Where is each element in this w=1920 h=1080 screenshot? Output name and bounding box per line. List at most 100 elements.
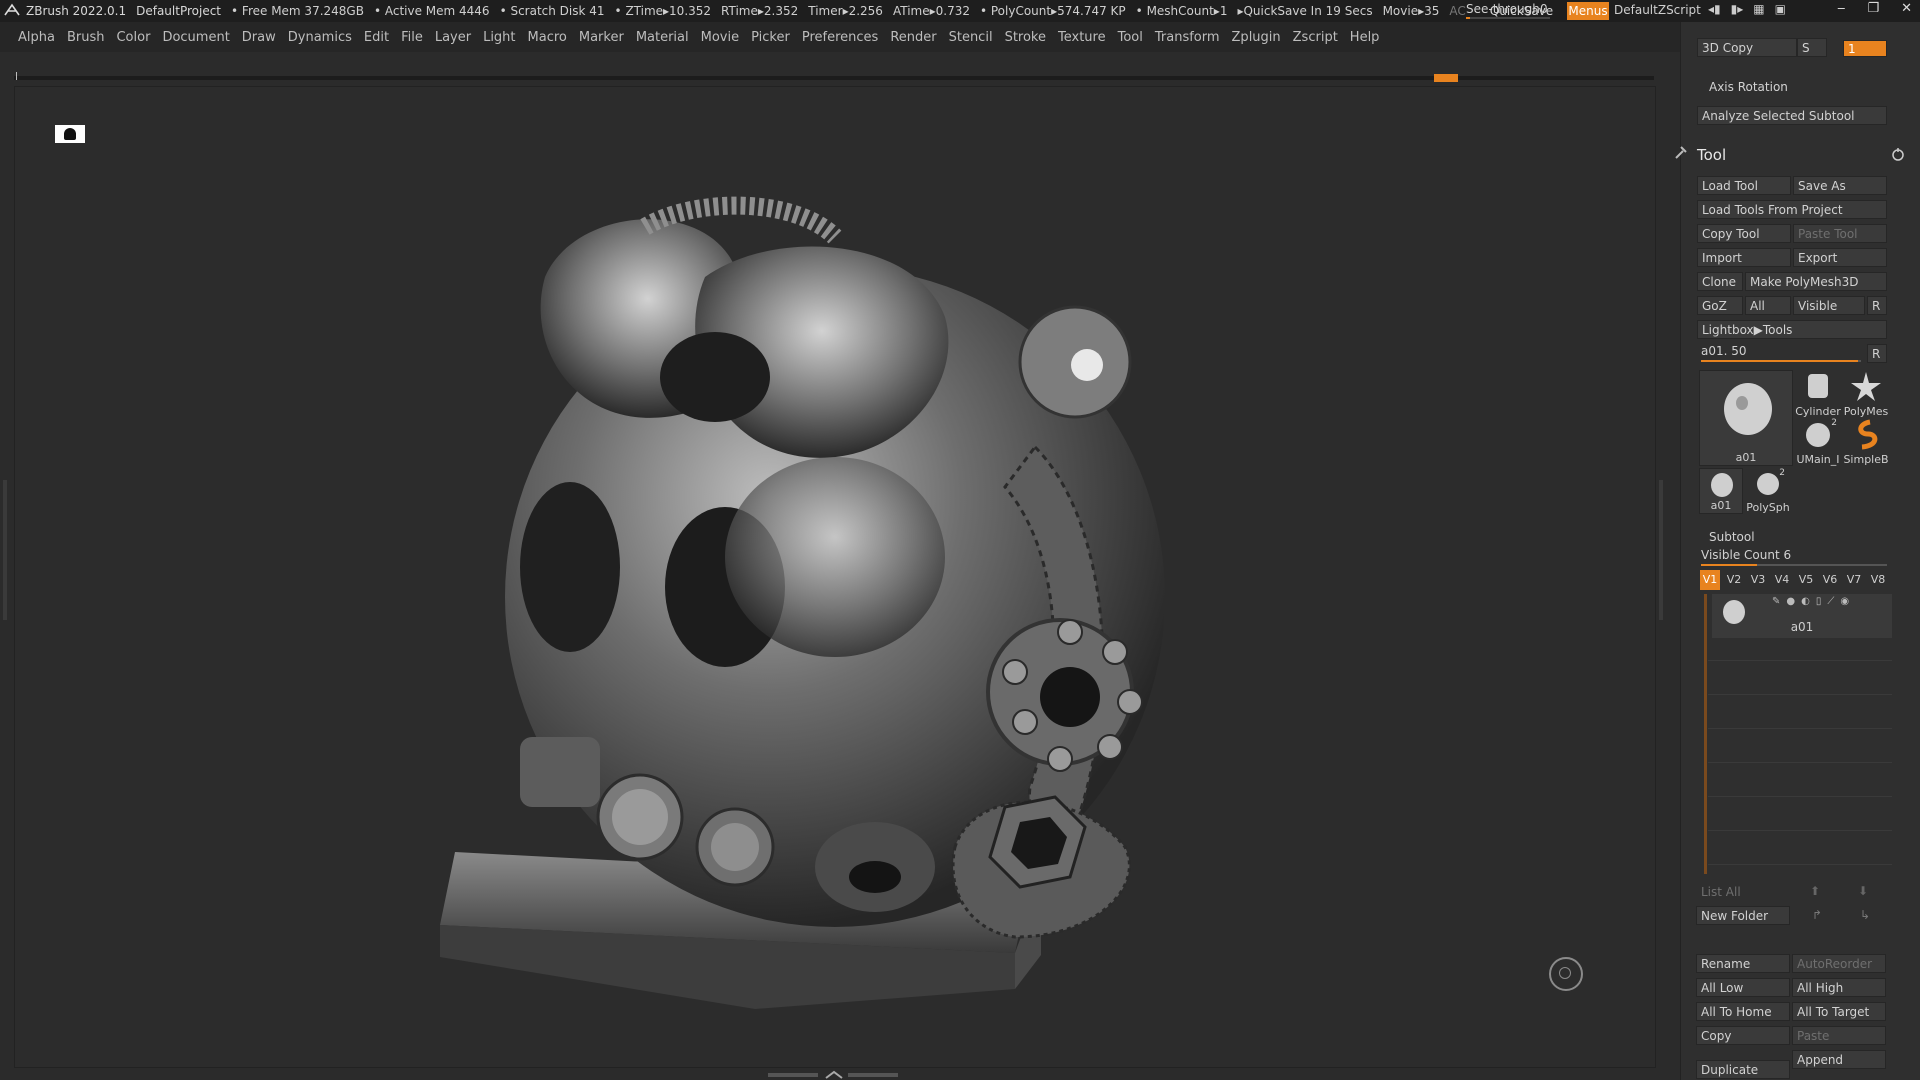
brush-toggle-icon[interactable]: ✎ <box>1772 596 1780 607</box>
menu-light[interactable]: Light <box>483 30 515 45</box>
analyze-subtool-button[interactable]: Analyze Selected Subtool <box>1697 106 1887 125</box>
menu-material[interactable]: Material <box>636 30 689 45</box>
menu-layer[interactable]: Layer <box>435 30 471 45</box>
see-through-slider[interactable]: See-through 0 <box>1462 0 1552 22</box>
layout-float-icon[interactable]: ▣ <box>1775 2 1786 16</box>
goz-all-button[interactable]: All <box>1745 296 1791 315</box>
vis-tab-v6[interactable]: V6 <box>1820 570 1840 590</box>
subtool-section-title[interactable]: Subtool <box>1709 530 1755 544</box>
goz-visible-button[interactable]: Visible <box>1793 296 1865 315</box>
tool-pin-icon[interactable] <box>1673 144 1689 160</box>
menu-picker[interactable]: Picker <box>751 30 790 45</box>
vis-tab-v7[interactable]: V7 <box>1844 570 1864 590</box>
rename-button[interactable]: Rename <box>1696 954 1790 973</box>
menus-toggle-button[interactable]: Menus <box>1567 2 1609 20</box>
tool-r-button[interactable]: R <box>1867 344 1887 363</box>
see-through-track[interactable] <box>1466 17 1550 19</box>
menu-stencil[interactable]: Stencil <box>949 30 993 45</box>
menu-color[interactable]: Color <box>116 30 150 45</box>
menu-macro[interactable]: Macro <box>528 30 567 45</box>
menu-brush[interactable]: Brush <box>67 30 105 45</box>
left-tray-handle[interactable] <box>0 480 10 620</box>
layout-right-icon[interactable]: ▮▸ <box>1731 2 1744 16</box>
load-from-project-button[interactable]: Load Tools From Project <box>1697 200 1887 219</box>
goz-button[interactable]: GoZ <box>1697 296 1743 315</box>
subtool-scrollbar[interactable] <box>1704 594 1707 874</box>
refresh-icon[interactable] <box>1891 148 1905 162</box>
material-toggle-icon[interactable]: ◐ <box>1801 596 1810 607</box>
menu-draw[interactable]: Draw <box>242 30 276 45</box>
small-a01-thumb[interactable]: a01 <box>1699 468 1743 514</box>
menu-alpha[interactable]: Alpha <box>18 30 55 45</box>
vis-tab-v1[interactable]: V1 <box>1700 570 1720 590</box>
list-all-button[interactable]: List All <box>1696 882 1790 901</box>
save-as-button[interactable]: Save As <box>1793 176 1887 195</box>
layout-grid-icon[interactable]: ▦ <box>1753 2 1764 16</box>
clone-button[interactable]: Clone <box>1697 272 1743 291</box>
navigation-gizmo-icon[interactable] <box>1549 957 1583 991</box>
all-to-home-button[interactable]: All To Home <box>1696 1002 1790 1021</box>
close-icon[interactable]: ✕ <box>1901 1 1912 16</box>
menu-file[interactable]: File <box>401 30 423 45</box>
menu-help[interactable]: Help <box>1350 30 1380 45</box>
tool-slider-track[interactable] <box>1701 360 1861 362</box>
polymesh-thumb[interactable]: PolyMes <box>1843 370 1889 418</box>
layout-left-icon[interactable]: ◂▮ <box>1708 2 1721 16</box>
all-high-button[interactable]: All High <box>1792 978 1886 997</box>
paste-tool-button[interactable]: Paste Tool <box>1793 224 1887 243</box>
transparency-toggle-icon[interactable]: ⟋ <box>1827 596 1834 607</box>
vis-tab-v3[interactable]: V3 <box>1748 570 1768 590</box>
3d-copy-button[interactable]: 3D Copy <box>1697 38 1797 57</box>
polypaint-toggle-icon[interactable]: ● <box>1786 596 1795 607</box>
load-tool-button[interactable]: Load Tool <box>1697 176 1791 195</box>
paste-button[interactable]: Paste <box>1792 1026 1886 1045</box>
timeline-marker[interactable] <box>1434 74 1458 82</box>
move-up-icon[interactable]: ⬆ <box>1810 884 1820 898</box>
menu-render[interactable]: Render <box>890 30 936 45</box>
menu-marker[interactable]: Marker <box>579 30 624 45</box>
subtool-list[interactable]: a01 ✎ ● ◐ ▯ ⟋ ◉ <box>1708 594 1892 874</box>
autoreorder-button[interactable]: AutoReorder <box>1792 954 1886 973</box>
menu-tool[interactable]: Tool <box>1118 30 1143 45</box>
move-down-icon[interactable]: ⬇ <box>1858 884 1868 898</box>
folder-up-icon[interactable]: ↱ <box>1812 908 1822 922</box>
right-tray-handle[interactable] <box>1656 480 1666 620</box>
timeline-track[interactable] <box>14 76 1654 80</box>
menu-dynamics[interactable]: Dynamics <box>288 30 352 45</box>
visible-count-slider[interactable] <box>1701 564 1887 566</box>
menu-edit[interactable]: Edit <box>364 30 389 45</box>
cylinder-thumb[interactable]: Cylinder <box>1795 370 1841 418</box>
3d-copy-s-toggle[interactable]: S <box>1797 38 1827 57</box>
export-button[interactable]: Export <box>1793 248 1887 267</box>
vis-tab-v8[interactable]: V8 <box>1868 570 1888 590</box>
tool-section-title[interactable]: Tool <box>1697 146 1726 164</box>
vis-tab-v5[interactable]: V5 <box>1796 570 1816 590</box>
vis-tab-v2[interactable]: V2 <box>1724 570 1744 590</box>
vis-tab-v4[interactable]: V4 <box>1772 570 1792 590</box>
minimize-icon[interactable]: ‒ <box>1837 1 1845 16</box>
copy-tool-button[interactable]: Copy Tool <box>1697 224 1791 243</box>
folder-down-icon[interactable]: ↳ <box>1860 908 1870 922</box>
menu-stroke[interactable]: Stroke <box>1005 30 1046 45</box>
subtool-item[interactable]: a01 ✎ ● ◐ ▯ ⟋ ◉ <box>1712 594 1892 638</box>
menu-preferences[interactable]: Preferences <box>802 30 878 45</box>
timeline[interactable] <box>14 70 1654 82</box>
eye-icon[interactable]: ◉ <box>1840 596 1849 607</box>
3d-copy-value-field[interactable]: 1 <box>1843 40 1887 57</box>
goz-r-button[interactable]: R <box>1867 296 1887 315</box>
duplicate-button[interactable]: Duplicate <box>1696 1060 1790 1079</box>
append-button[interactable]: Append <box>1792 1050 1886 1069</box>
simpleb-thumb[interactable]: SimpleB <box>1843 418 1889 466</box>
main-tool-thumb[interactable]: a01 <box>1699 370 1793 466</box>
make-polymesh-button[interactable]: Make PolyMesh3D <box>1745 272 1887 291</box>
import-button[interactable]: Import <box>1697 248 1791 267</box>
default-zscript-button[interactable]: DefaultZScript <box>1614 3 1701 17</box>
menu-transform[interactable]: Transform <box>1155 30 1220 45</box>
viewport-canvas[interactable] <box>14 86 1656 1068</box>
menu-zplugin[interactable]: Zplugin <box>1232 30 1281 45</box>
menu-zscript[interactable]: Zscript <box>1293 30 1338 45</box>
axis-rotation-label[interactable]: Axis Rotation <box>1709 80 1788 94</box>
copy-button[interactable]: Copy <box>1696 1026 1790 1045</box>
polysphere-thumb[interactable]: 2 PolySph <box>1745 468 1791 514</box>
bottom-tray-handle[interactable] <box>768 1070 898 1080</box>
